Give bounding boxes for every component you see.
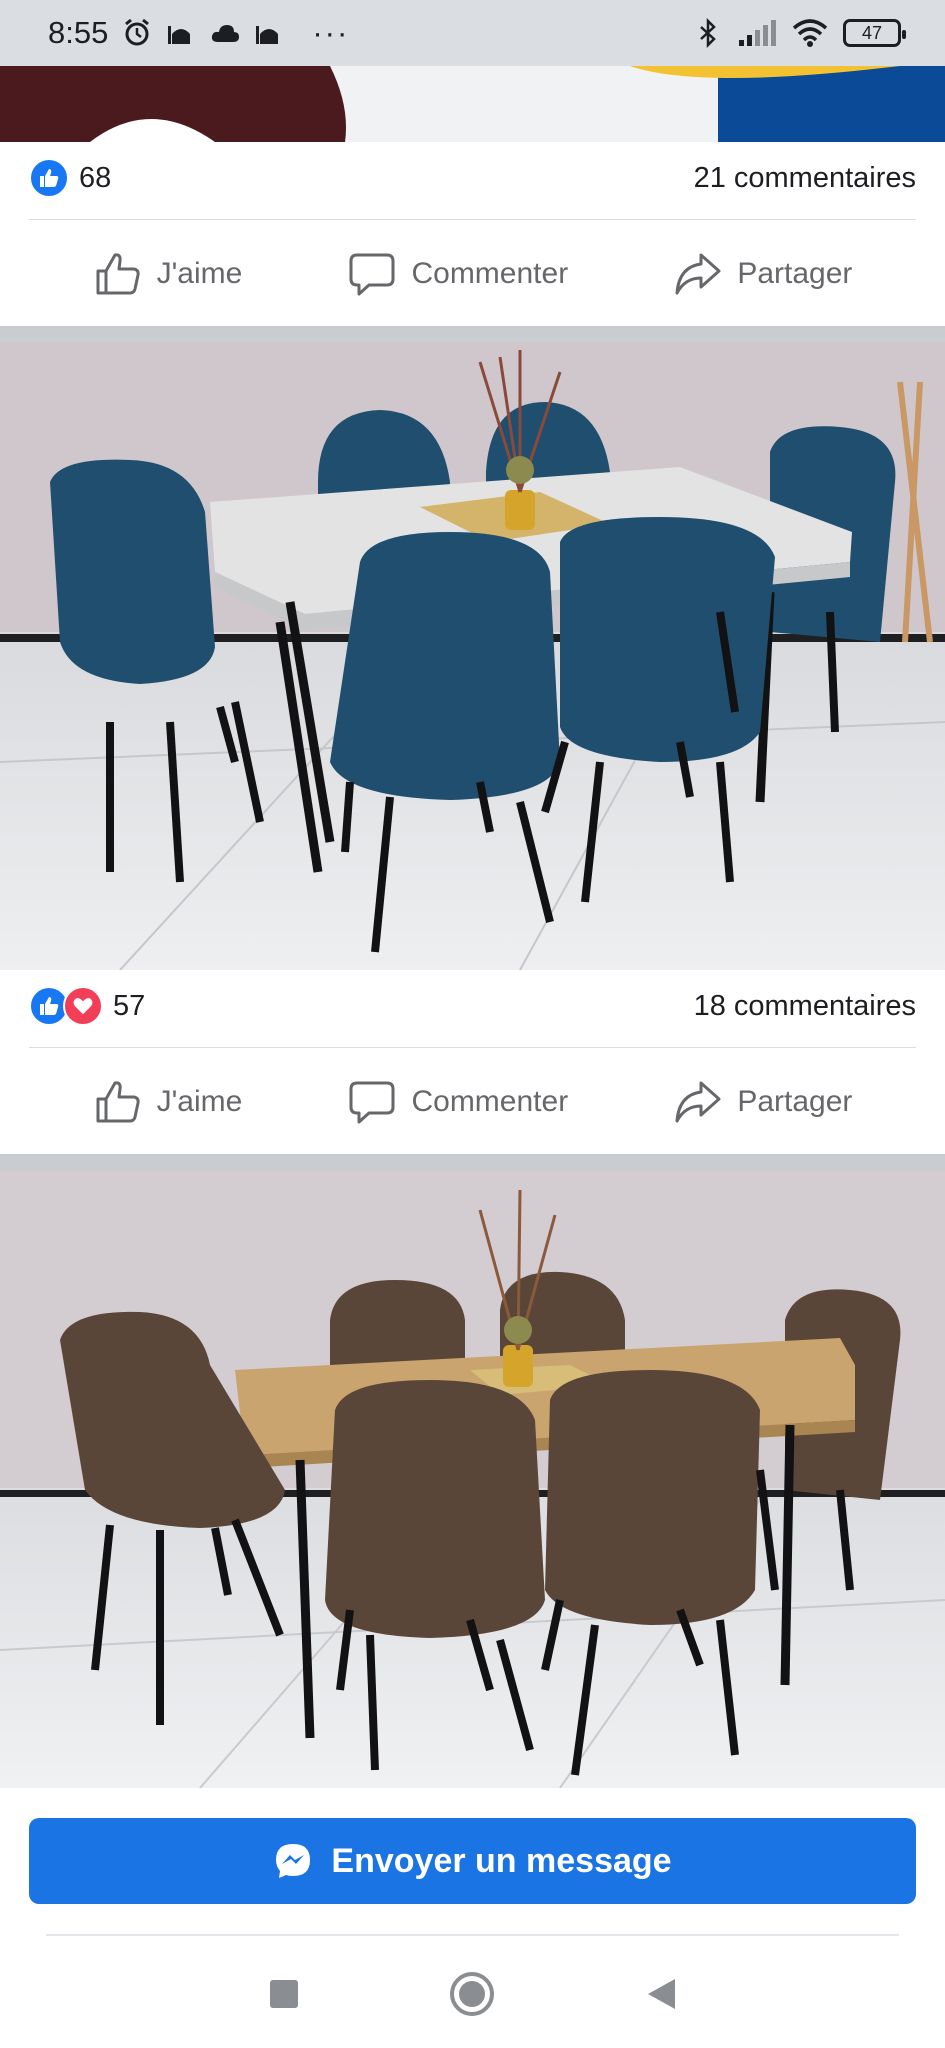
battery-icon: 47 [843, 19, 906, 47]
comment-bubble-icon [349, 253, 395, 296]
mosque-icon [168, 26, 191, 44]
post-actions-2: J'aime Commenter Partager [0, 1050, 945, 1154]
recents-square-icon[interactable] [258, 1968, 310, 2020]
bluetooth-icon [700, 18, 716, 48]
post-image-blue-dining-set[interactable] [0, 342, 945, 970]
comment-bubble-icon [349, 1081, 395, 1124]
reaction-summary-1[interactable]: 68 21 commentaires [29, 158, 916, 198]
post-actions-1: J'aime Commenter Partager [0, 222, 945, 326]
mosque-icon [256, 26, 279, 44]
share-button[interactable]: Partager [673, 1077, 852, 1127]
post-separator [0, 326, 945, 342]
system-nav-bar [0, 1940, 945, 2048]
like-reaction-icon [29, 158, 69, 198]
messenger-icon [276, 1844, 311, 1878]
signal-icon [739, 20, 776, 46]
alarm-icon [125, 18, 150, 46]
share-button[interactable]: Partager [673, 249, 852, 299]
like-label: J'aime [156, 1085, 243, 1118]
comment-count[interactable]: 18 commentaires [694, 990, 916, 1023]
wifi-icon [792, 19, 828, 47]
send-message-button[interactable]: Envoyer un message [29, 1818, 916, 1904]
comment-count[interactable]: 21 commentaires [694, 162, 916, 195]
post-separator [0, 1154, 945, 1170]
comment-button[interactable]: Commenter [347, 1077, 568, 1127]
like-button[interactable]: J'aime [93, 1077, 243, 1127]
battery-level: 47 [861, 22, 883, 43]
status-right: 47 [693, 18, 906, 48]
thumbs-up-icon [96, 1081, 140, 1123]
divider [46, 1934, 899, 1936]
status-bar: 8:55 ··· 47 [0, 0, 945, 66]
cloud-icon [212, 25, 240, 42]
share-label: Partager [737, 1085, 853, 1118]
thumbs-up-icon [96, 253, 140, 295]
like-count: 57 [113, 989, 146, 1022]
status-more: ··· [312, 15, 350, 50]
like-count: 68 [79, 161, 112, 194]
like-label: J'aime [156, 257, 243, 290]
comment-label: Commenter [411, 257, 569, 290]
reaction-summary-2[interactable]: 57 18 commentaires [29, 986, 916, 1026]
divider [29, 219, 916, 220]
share-arrow-icon [675, 253, 721, 295]
status-time: 8:55 [48, 15, 109, 50]
post-image-brown-dining-set[interactable] [0, 1170, 945, 1788]
home-circle-icon[interactable] [446, 1968, 498, 2020]
back-triangle-icon[interactable] [635, 1968, 687, 2020]
status-left: 8:55 ··· [48, 15, 349, 51]
like-button[interactable]: J'aime [93, 249, 243, 299]
comment-button[interactable]: Commenter [347, 249, 568, 299]
love-reaction-icon [63, 986, 103, 1026]
divider [29, 1047, 916, 1048]
share-arrow-icon [675, 1081, 721, 1123]
share-label: Partager [737, 257, 853, 290]
comment-label: Commenter [411, 1085, 569, 1118]
post-image-previous[interactable] [0, 66, 945, 142]
send-message-label: Envoyer un message [331, 1841, 672, 1880]
